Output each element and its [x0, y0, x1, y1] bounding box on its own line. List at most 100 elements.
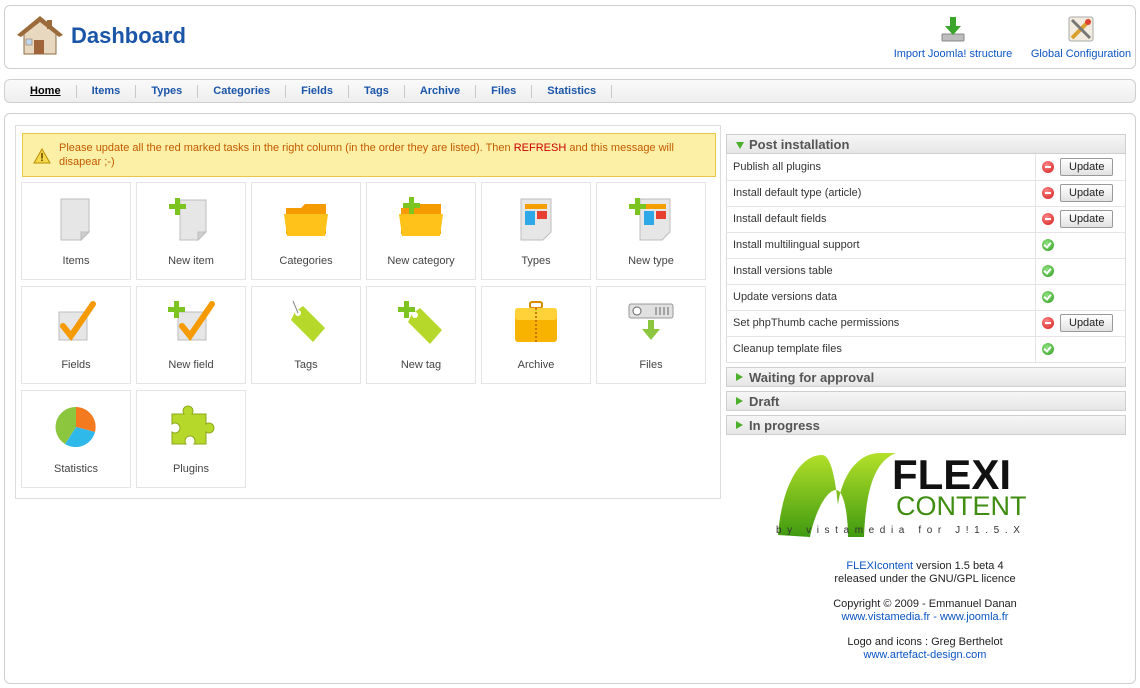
tile-new-tag[interactable]: New tag — [366, 286, 476, 384]
global-configuration-label: Global Configuration — [1030, 48, 1132, 60]
task-label: Publish all plugins — [726, 154, 1036, 181]
tile-items-label: Items — [62, 255, 90, 267]
header-bar: Dashboard Import Joomla! structure Globa… — [4, 5, 1136, 69]
tile-types[interactable]: Types — [481, 182, 591, 280]
update-button[interactable]: Update — [1060, 184, 1114, 202]
global-configuration-button[interactable]: Global Configuration — [1025, 14, 1137, 60]
puzzle-icon — [171, 405, 215, 445]
tile-new-field-label: New field — [168, 359, 214, 371]
nav-archive[interactable]: Archive — [405, 84, 477, 98]
nav-statistics[interactable]: Statistics — [532, 84, 613, 98]
tile-new-type[interactable]: New type — [596, 182, 706, 280]
tile-plugins[interactable]: Plugins — [136, 390, 246, 488]
error-status-icon — [1042, 160, 1054, 173]
tile-archive[interactable]: Archive — [481, 286, 591, 384]
tile-categories[interactable]: Categories — [251, 182, 361, 280]
task-status: Update — [1035, 206, 1126, 233]
tile-new-category[interactable]: New category — [366, 182, 476, 280]
update-button[interactable]: Update — [1060, 314, 1114, 332]
tile-types-label: Types — [521, 255, 551, 267]
nav-items[interactable]: Items — [77, 84, 137, 98]
vistamedia-link[interactable]: www.vistamedia.fr — [842, 611, 931, 623]
ok-status-icon — [1042, 291, 1054, 304]
tile-fields[interactable]: Fields — [21, 286, 131, 384]
tile-new-field[interactable]: New field — [136, 286, 246, 384]
in-progress-title: In progress — [749, 417, 820, 433]
new-tag-icon — [398, 301, 442, 344]
folder-icon — [284, 204, 328, 236]
task-label: Install multilingual support — [726, 232, 1036, 259]
task-row: Install multilingual support — [726, 232, 1126, 259]
download-icon — [941, 17, 965, 42]
update-button[interactable]: Update — [1060, 210, 1114, 228]
types-icon — [520, 198, 552, 241]
warning-icon — [33, 148, 51, 164]
chevron-right-icon — [736, 420, 743, 429]
task-label: Install default fields — [726, 206, 1036, 233]
status-panel: Post installation Publish all plugins Up… — [726, 134, 1126, 435]
error-status-icon — [1042, 317, 1054, 329]
task-status: Update — [1035, 180, 1126, 207]
tile-items[interactable]: Items — [21, 182, 131, 280]
tile-files-label: Files — [639, 359, 663, 371]
nav-home[interactable]: Home — [15, 84, 77, 98]
task-status — [1035, 336, 1126, 363]
tile-new-item[interactable]: New item — [136, 182, 246, 280]
in-progress-header[interactable]: In progress — [726, 414, 1126, 435]
task-status: Update — [1035, 310, 1126, 337]
items-icon — [60, 198, 91, 242]
logo-credit-text: Logo and icons : Greg Berthelot — [847, 636, 1003, 648]
task-label: Cleanup template files — [726, 336, 1036, 363]
task-status: Update — [1035, 154, 1126, 181]
checkmark-icon — [58, 301, 96, 342]
nav-fields[interactable]: Fields — [286, 84, 349, 98]
tile-files[interactable]: Files — [596, 286, 706, 384]
nav-categories[interactable]: Categories — [198, 84, 287, 98]
joomla-link[interactable]: www.joomla.fr — [940, 611, 1008, 623]
tools-icon — [1068, 16, 1094, 42]
warning-refresh-text: REFRESH — [513, 142, 567, 154]
post-installation-header[interactable]: Post installation — [726, 134, 1126, 154]
nav-tags[interactable]: Tags — [349, 84, 405, 98]
tile-plugins-label: Plugins — [172, 463, 210, 475]
logo-line2: CONTENT — [896, 491, 1027, 521]
error-status-icon — [1042, 187, 1054, 199]
new-type-icon — [629, 198, 671, 241]
copyright-text: Copyright © 2009 - Emmanuel Danan — [833, 598, 1017, 610]
task-status — [1035, 284, 1126, 311]
tile-tags-label: Tags — [294, 359, 318, 371]
task-row: Cleanup template files — [726, 336, 1126, 363]
ok-status-icon — [1042, 343, 1054, 356]
main-nav: Home Items Types Categories Fields Tags … — [4, 79, 1136, 103]
pie-chart-icon — [55, 406, 96, 448]
tile-new-category-label: New category — [387, 255, 455, 267]
post-installation-tasks: Publish all plugins Update Install defau… — [726, 154, 1126, 363]
draft-header[interactable]: Draft — [726, 390, 1126, 411]
flexicontent-link[interactable]: FLEXIcontent — [846, 560, 913, 572]
flexicontent-logo: FLEXI CONTENT by vistamedia for J!1.5.X — [776, 451, 1027, 537]
new-item-icon — [169, 198, 208, 242]
artefact-design-link[interactable]: www.artefact-design.com — [864, 649, 987, 661]
chevron-right-icon — [736, 396, 743, 405]
home-icon — [17, 16, 63, 55]
import-joomla-structure-button[interactable]: Import Joomla! structure — [890, 14, 1016, 60]
waiting-for-approval-header[interactable]: Waiting for approval — [726, 366, 1126, 387]
error-status-icon — [1042, 213, 1054, 225]
quick-icons-panel: Please update all the red marked tasks i… — [15, 125, 721, 499]
tile-new-type-label: New type — [628, 255, 674, 267]
ok-status-icon — [1042, 265, 1054, 278]
update-button[interactable]: Update — [1060, 157, 1114, 176]
nav-files[interactable]: Files — [476, 84, 533, 98]
credits: FLEXIcontent version 1.5 beta 4 released… — [775, 560, 1075, 662]
task-status — [1035, 258, 1126, 285]
tile-statistics[interactable]: Statistics — [21, 390, 131, 488]
nav-types[interactable]: Types — [136, 84, 199, 98]
update-warning: Please update all the red marked tasks i… — [22, 133, 716, 177]
task-label: Install versions table — [726, 258, 1036, 285]
task-row: Set phpThumb cache permissions Update — [726, 310, 1126, 337]
archive-icon — [515, 301, 557, 342]
nav-list: Home Items Types Categories Fields Tags … — [15, 80, 613, 102]
link-separator: - — [930, 611, 940, 623]
page-title: Dashboard — [71, 23, 186, 48]
tile-tags[interactable]: Tags — [251, 286, 361, 384]
